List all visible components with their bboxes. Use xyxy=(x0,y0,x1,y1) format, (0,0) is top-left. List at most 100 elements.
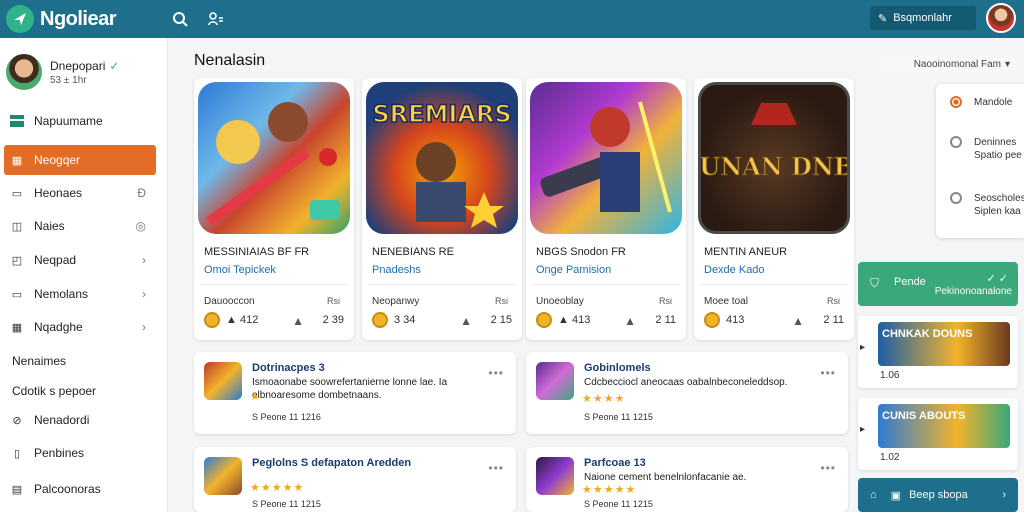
game-thumbnail xyxy=(536,457,574,495)
rating-number: 413 xyxy=(571,314,591,326)
version-number: 1.02 xyxy=(880,452,900,463)
more-icon[interactable]: ••• xyxy=(820,461,836,475)
sidebar-item-4[interactable]: ◰ Neqpad › xyxy=(4,245,156,275)
rating-value: ▲ 412 xyxy=(226,314,259,326)
sidebar-item-7[interactable]: Nenaimes xyxy=(4,346,156,376)
game-genre[interactable]: Onge Pamision xyxy=(536,264,611,276)
sort-label: Naooinomonal Fam xyxy=(913,58,1001,70)
chevron-right-icon: › xyxy=(142,287,146,301)
sidebar-item-label: Cdotik s pepoer xyxy=(12,384,97,398)
app-logo[interactable]: Ngoliear xyxy=(6,5,117,33)
divider xyxy=(368,284,516,285)
game-art-caption: SREMIARS xyxy=(372,100,511,128)
game-developer: Dauooccon xyxy=(204,296,255,307)
sidebar-item-2[interactable]: ▭ Heonaes Ð xyxy=(4,178,156,208)
age-rating: Rsi xyxy=(327,296,340,306)
featured-card[interactable]: MESSINIAIAS BF FR Omoi Tepickek Dauoocco… xyxy=(194,78,354,340)
game-art-caption: HAUNAN DNBAS xyxy=(701,152,847,181)
game-title: MENTIN ANEUR xyxy=(704,246,788,258)
more-icon[interactable]: ••• xyxy=(488,461,504,475)
profile-name: Dnepopari xyxy=(50,58,106,73)
game-meta: S Peone 11 1216 xyxy=(252,412,321,422)
game-genre[interactable]: Omoi Tepickek xyxy=(204,264,276,276)
more-icon[interactable]: ••• xyxy=(488,366,504,380)
sidebar-item-store[interactable]: Napuumame xyxy=(4,106,156,136)
featured-card[interactable]: HAUNAN DNBAS MENTIN ANEUR Dexde Kado Moe… xyxy=(694,78,854,340)
divider xyxy=(200,284,348,285)
user-settings-icon[interactable] xyxy=(206,9,226,29)
game-meta: S Peone 11 1215 xyxy=(584,499,653,509)
profile-block[interactable]: Dnepopari ✓ 53 ± 1hr xyxy=(6,54,119,90)
app-title: Ngoliear xyxy=(40,7,117,30)
sidebar-item-active[interactable]: ▦ Neogqer xyxy=(4,145,156,175)
age-rating: Rsi xyxy=(827,296,840,306)
featured-card[interactable]: NBGS Snodon FR Onge Pamision Unoeoblay R… xyxy=(526,78,686,340)
game-banner: CUNIS ABOUTS xyxy=(878,404,1010,448)
grid-icon: ▦ xyxy=(11,154,23,167)
bottom-action-button[interactable]: ⌂ ▣ Beep sbopa › xyxy=(858,478,1018,512)
sidebar-item-5[interactable]: ▭ Nemolans › xyxy=(4,279,156,309)
game-title: NBGS Snodon FR xyxy=(536,246,626,258)
edit-icon: ✎ xyxy=(878,12,888,25)
game-genre[interactable]: Pnadeshs xyxy=(372,264,421,276)
game-description: Ismoaonabe soowrefertanierne lonne lae. … xyxy=(252,377,448,401)
filter-radio-3[interactable] xyxy=(950,192,962,204)
sidebar-item-label: Penbines xyxy=(34,446,85,460)
coin-icon xyxy=(372,312,388,328)
shield-icon: ⛉ xyxy=(870,276,880,290)
game-title: MESSINIAIAS BF FR xyxy=(204,246,310,258)
rating-value: 3 34 xyxy=(394,314,415,326)
sidebar-item-11[interactable]: ▤ Palcoonoras xyxy=(4,474,156,504)
filter-radio-1[interactable] xyxy=(950,96,962,108)
list-item[interactable]: Gobinlomels Cdcbecciocl aneocaas oabalnb… xyxy=(526,352,848,434)
info-icon: ◎ xyxy=(135,219,146,233)
play-icon: ▸ xyxy=(860,342,866,353)
banner-text: CHNKAK DOUNS xyxy=(882,328,973,340)
bottom-action-label: Beep sbopa xyxy=(909,489,968,501)
grid-icon: ▦ xyxy=(11,321,23,334)
promo-banner[interactable]: ⛉ Pende ✓ ✓ Pekinonoanalone xyxy=(858,262,1018,306)
list-item[interactable]: Dotrinacpes 3 Ismoaonabe soowrefertanier… xyxy=(194,352,516,434)
rating-number: 413 xyxy=(726,314,745,326)
filter-panel: Mandole Deninnes Spatio pee Seoscholes S… xyxy=(936,84,1024,238)
sort-dropdown[interactable]: Naooinomonal Fam ▾ xyxy=(880,54,1016,74)
sidebar-item-6[interactable]: ▦ Nqadghe › xyxy=(4,312,156,342)
sidebar-item-9[interactable]: ⊘ Nenadordi xyxy=(4,405,156,435)
sidebar-item-label: Nemolans xyxy=(34,287,89,301)
side-game-card[interactable]: ▸ CUNIS ABOUTS 1.02 xyxy=(858,398,1018,470)
logo-icon xyxy=(6,5,34,33)
game-title: Dotrinacpes 3 xyxy=(252,362,325,374)
more-icon[interactable]: ••• xyxy=(820,366,836,380)
sidebar-item-3[interactable]: ◫ Naies ◎ xyxy=(4,211,156,241)
chevron-right-icon: › xyxy=(142,320,146,334)
download-count: 2 15 xyxy=(490,314,512,326)
featured-card[interactable]: SREMIARS NENEBIANS RE Pnadeshs Neopanwy … xyxy=(362,78,522,340)
chevron-right-icon: › xyxy=(142,253,146,267)
filter-label: Mandole xyxy=(974,97,1013,108)
game-art: SREMIARS xyxy=(366,82,518,234)
sidebar-item-label: Napuumame xyxy=(34,114,103,128)
side-game-card[interactable]: ▸ CHNKAK DOUNS 1.06 xyxy=(858,316,1018,388)
chevron-right-icon: › xyxy=(1002,489,1006,501)
sidebar-item-10[interactable]: ▯ Penbines xyxy=(4,438,156,468)
coin-icon xyxy=(204,312,220,328)
tag-icon: ⊘ xyxy=(12,414,22,427)
game-thumbnail xyxy=(204,457,242,495)
chevron-down-icon: ▾ xyxy=(1004,58,1010,70)
user-avatar[interactable] xyxy=(986,3,1016,33)
sidebar-item-8[interactable]: Cdotik s pepoer xyxy=(4,376,156,406)
list-item[interactable]: Parfcoae 13 Naione cement benelnlonfacan… xyxy=(526,447,848,512)
sidebar-item-label: Neqpad xyxy=(34,253,77,267)
age-rating: Rsi xyxy=(659,296,672,306)
download-icon: ▲ xyxy=(292,314,304,328)
profile-action-button[interactable]: ✎ Bsqmonlahr xyxy=(870,6,976,30)
version-number: 1.06 xyxy=(880,370,900,381)
game-meta: S Peone 11 1215 xyxy=(584,412,653,422)
game-genre[interactable]: Dexde Kado xyxy=(704,264,765,276)
list-item[interactable]: Peglolns S defapaton Aredden ★★★★★ S Peo… xyxy=(194,447,516,512)
game-title: Peglolns S defapaton Aredden xyxy=(252,457,412,469)
game-art xyxy=(198,82,350,234)
filter-radio-2[interactable] xyxy=(950,136,962,148)
window-icon: ▭ xyxy=(11,288,23,301)
search-icon[interactable] xyxy=(170,9,190,29)
